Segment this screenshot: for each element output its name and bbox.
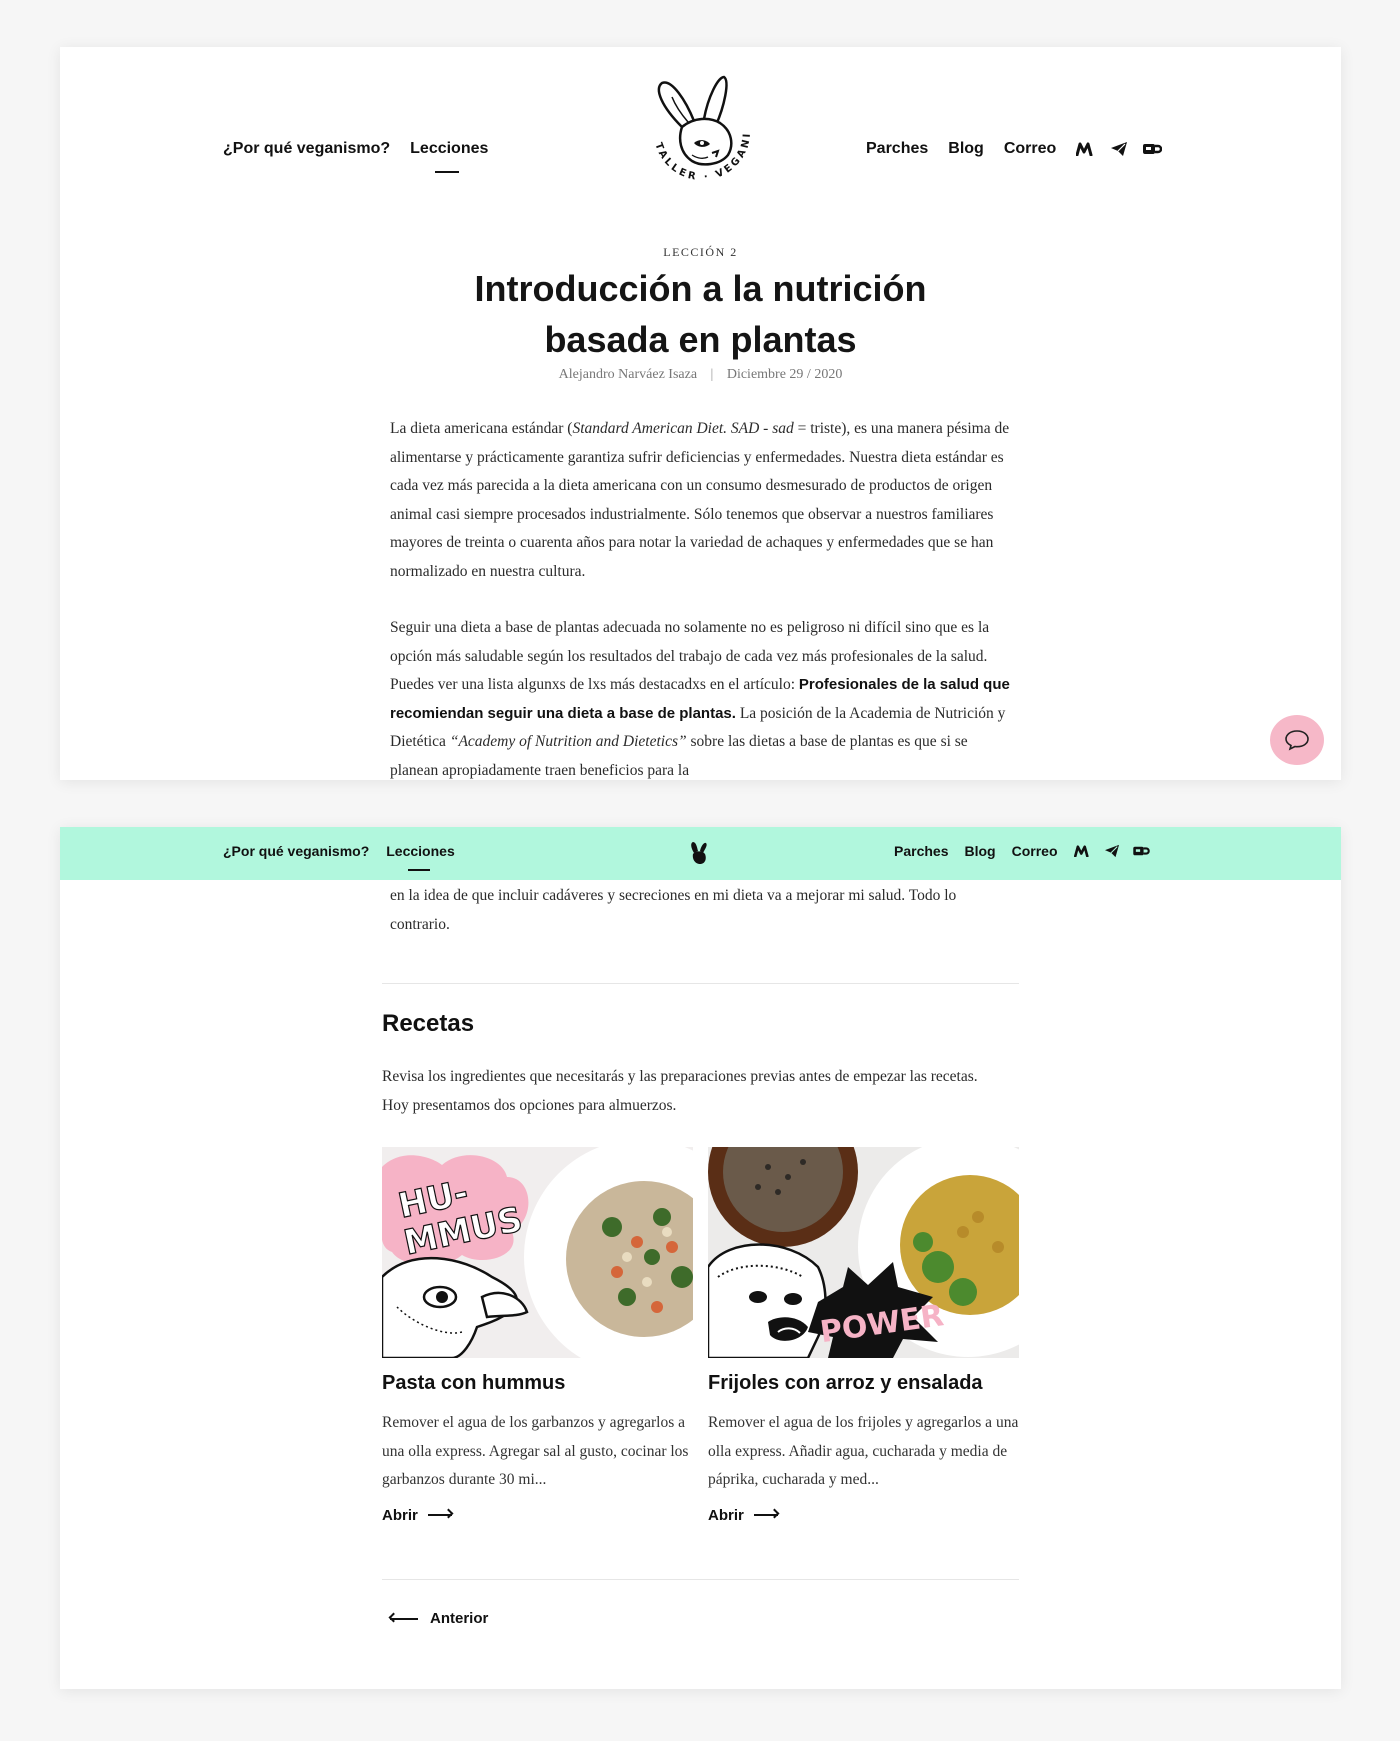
telegram-icon[interactable] <box>1110 141 1128 157</box>
article-body: La dieta americana estándar (Standard Am… <box>390 415 1012 780</box>
divider <box>382 1579 1019 1580</box>
publish-date: Diciembre 29 / 2020 <box>726 367 843 382</box>
recipe-image-beans[interactable]: POWER <box>708 1147 1019 1358</box>
chat-button[interactable] <box>1270 715 1324 765</box>
nav-left: ¿Por qué veganismo? Lecciones <box>223 140 488 173</box>
nav-lessons[interactable]: Lecciones <box>386 843 455 871</box>
arrow-right-icon <box>427 1514 452 1516</box>
rabbit-logo[interactable]: TALLER · VEGANISTA <box>642 67 762 197</box>
nav-blog[interactable]: Blog <box>948 140 984 158</box>
chat-bubble-icon <box>1285 730 1309 751</box>
divider <box>382 983 1019 984</box>
nav-why-vegan[interactable]: ¿Por qué veganismo? <box>223 843 369 859</box>
arrow-left-icon <box>390 1617 418 1620</box>
arrow-right-icon <box>753 1514 778 1516</box>
previous-label: Anterior <box>430 1610 489 1627</box>
open-link-label: Abrir <box>708 1506 744 1524</box>
coffee-cup-icon[interactable] <box>1132 845 1150 857</box>
recipe-title[interactable]: Frijoles con arroz y ensalada <box>708 1372 1019 1395</box>
previous-lesson-link[interactable]: Anterior <box>390 1610 488 1627</box>
telegram-icon[interactable] <box>1104 844 1120 858</box>
medium-icon[interactable] <box>1076 142 1096 156</box>
coffee-cup-icon[interactable] <box>1142 142 1163 156</box>
open-link-label: Abrir <box>382 1506 418 1524</box>
nav-blog[interactable]: Blog <box>964 843 995 859</box>
nav-patches[interactable]: Parches <box>894 843 948 859</box>
page-title: Introducción a la nutrición basada en pl… <box>474 268 927 360</box>
recipes-title: Recetas <box>382 1010 475 1037</box>
paragraph-continued: en la idea de que incluir cadáveres y se… <box>390 887 957 933</box>
nav-lessons[interactable]: Lecciones <box>410 140 488 173</box>
recipes-intro: Revisa los ingredientes que necesitarás … <box>382 1068 978 1114</box>
article-body-continued: en la idea de que incluir cadáveres y se… <box>390 882 1012 967</box>
nav-why-vegan[interactable]: ¿Por qué veganismo? <box>223 140 390 158</box>
recipe-description: Remover el agua de los frijoles y agrega… <box>708 1414 1019 1488</box>
open-recipe-link[interactable]: Abrir <box>382 1507 693 1524</box>
lesson-kicker: LECCIÓN 2 <box>663 245 738 259</box>
recipe-title[interactable]: Pasta con hummus <box>382 1372 693 1395</box>
nav-mail[interactable]: Correo <box>1012 843 1058 859</box>
medium-icon[interactable] <box>1073 845 1092 857</box>
recipe-card[interactable]: HU- MMUS Pasta con hummus Remover el agu… <box>382 1147 693 1524</box>
open-recipe-link[interactable]: Abrir <box>708 1507 1019 1524</box>
rabbit-mini-logo[interactable] <box>688 841 710 865</box>
article-header-card: ¿Por qué veganismo? Lecciones TALLER · V… <box>60 47 1341 780</box>
nav-mail[interactable]: Correo <box>1004 140 1056 158</box>
article-recipes-card: ¿Por qué veganismo? Lecciones Parches Bl… <box>60 827 1341 1689</box>
nav-right: Parches Blog Correo <box>866 140 1163 158</box>
paragraph-2: Seguir una dieta a base de plantas adecu… <box>390 619 1010 779</box>
recipe-description: Remover el agua de los garbanzos y agreg… <box>382 1414 689 1488</box>
paragraph-1: La dieta americana estándar (Standard Am… <box>390 420 1010 580</box>
article-meta: Alejandro Narváez Isaza | Diciembre 29 /… <box>558 367 843 382</box>
recipe-image-hummus[interactable]: HU- MMUS <box>382 1147 693 1358</box>
nav-patches[interactable]: Parches <box>866 140 928 158</box>
recipe-card[interactable]: POWER Frijoles con arroz y ensalada Remo… <box>708 1147 1019 1524</box>
sticky-nav: ¿Por qué veganismo? Lecciones Parches Bl… <box>60 827 1341 880</box>
author-name[interactable]: Alejandro Narváez Isaza <box>559 367 697 382</box>
